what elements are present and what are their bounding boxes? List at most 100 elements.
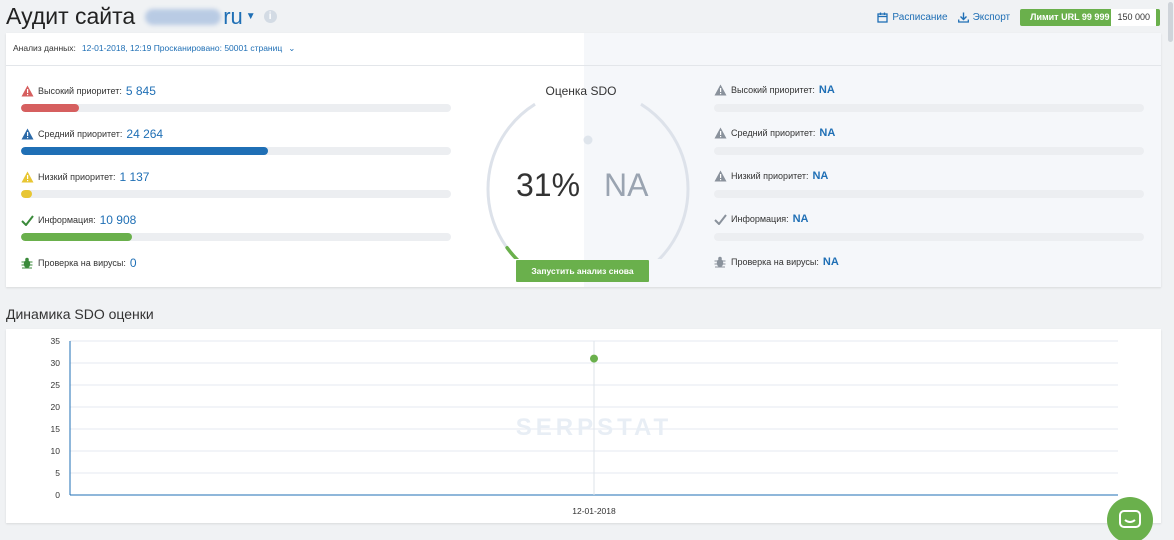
y-tick-label: 30 — [51, 358, 61, 368]
metric-bar-fill — [21, 147, 269, 155]
url-limit-badge[interactable]: Лимит URL 99 999 150 000 — [1020, 9, 1160, 26]
metric-bar-fill — [21, 233, 132, 241]
export-link[interactable]: Экспорт — [957, 12, 1011, 23]
header-actions: Расписание Экспорт Лимит URL 99 999 150 … — [867, 9, 1160, 26]
metric-row: Проверка на вирусы: 0 — [20, 256, 137, 270]
metric-value[interactable]: 24 264 — [126, 127, 163, 141]
metric-label: Проверка на вирусы: — [731, 257, 819, 267]
metric-bar — [21, 104, 451, 112]
metric-label: Средний приоритет: — [38, 129, 123, 139]
schedule-link[interactable]: Расписание — [877, 12, 948, 23]
sdo-compare-score: NA — [604, 167, 649, 203]
export-label: Экспорт — [972, 12, 1011, 23]
page: Аудит сайта ru ▼ i Расписание Экспорт Ли… — [0, 0, 1174, 540]
metric-label: Средний приоритет: — [731, 128, 816, 138]
audit-summary-card: Анализ данных: 12-01-2018, 12:19 Проскан… — [6, 33, 1161, 287]
metric-row: Высокий приоритет: NA — [713, 84, 835, 96]
metric-label: Высокий приоритет: — [38, 86, 122, 96]
y-tick-label: 25 — [51, 380, 61, 390]
x-tick-label: 12-01-2018 — [572, 506, 616, 516]
blurred-domain — [145, 8, 222, 25]
calendar-icon — [877, 12, 889, 23]
chart-section-title: Динамика SDO оценки — [6, 306, 154, 322]
metric-bar — [714, 147, 1144, 155]
divider — [6, 65, 1161, 66]
bug-icon — [20, 257, 34, 269]
metric-label: Высокий приоритет: — [731, 85, 815, 95]
chevron-down-icon: ▼ — [245, 11, 256, 22]
y-tick-label: 0 — [55, 490, 60, 500]
y-tick-label: 15 — [51, 424, 61, 434]
check-icon — [20, 214, 34, 226]
warning-gray-icon — [713, 84, 727, 96]
metric-row: Низкий приоритет: 1 137 — [20, 170, 149, 184]
bug-gray-icon — [713, 256, 727, 268]
metric-value[interactable]: 1 137 — [119, 170, 149, 184]
page-title: Аудит сайта ru ▼ i — [6, 3, 277, 30]
metric-label: Низкий приоритет: — [38, 172, 116, 182]
y-tick-label: 10 — [51, 446, 61, 456]
serpstat-watermark: SERPSTAT — [516, 414, 672, 441]
data-point — [590, 354, 598, 363]
analysis-date-selector[interactable]: Анализ данных: 12-01-2018, 12:19 Проскан… — [13, 43, 295, 54]
info-icon[interactable]: i — [263, 10, 277, 23]
metric-bar — [714, 190, 1144, 198]
warning-yellow-icon — [20, 171, 34, 183]
analysis-value: 12-01-2018, 12:19 Просканировано: 50001 … — [81, 43, 283, 53]
y-tick-label: 5 — [55, 468, 60, 478]
sdo-line-chart: 0 5 10 15 20 25 30 35 SERPSTAT 12-01-2018 — [51, 336, 1118, 516]
metric-value[interactable]: NA — [819, 127, 835, 139]
metric-row: Высокий приоритет: 5 845 — [20, 84, 156, 98]
scrollbar[interactable] — [1166, 0, 1174, 540]
metric-bar-fill — [21, 190, 32, 198]
metric-row: Информация: 10 908 — [20, 213, 136, 227]
metric-label: Проверка на вирусы: — [38, 258, 126, 268]
metric-value[interactable]: NA — [819, 84, 835, 96]
metric-label: Информация: — [38, 215, 96, 225]
metric-value[interactable]: 10 908 — [100, 213, 137, 227]
analysis-label: Анализ данных: — [13, 43, 76, 53]
warning-gray-icon — [713, 127, 727, 139]
metric-row: Средний приоритет: 24 264 — [20, 127, 163, 141]
rerun-analysis-button[interactable]: Запустить анализ снова — [516, 260, 649, 282]
warning-red-icon — [20, 85, 34, 97]
metric-row: Проверка на вирусы: NA — [713, 256, 839, 268]
limit-label: Лимит URL 99 999 — [1030, 12, 1110, 22]
metric-row: Информация: NA — [713, 213, 809, 225]
metric-row: Низкий приоритет: NA — [713, 170, 828, 182]
limit-total: 150 000 — [1111, 9, 1156, 26]
download-icon — [957, 12, 969, 23]
metric-value[interactable]: NA — [793, 213, 809, 225]
metric-value[interactable]: NA — [812, 170, 828, 182]
sdo-gauge — [486, 102, 690, 259]
schedule-label: Расписание — [892, 12, 948, 23]
y-tick-label: 35 — [51, 336, 61, 346]
metric-value[interactable]: NA — [823, 256, 839, 268]
metric-bar — [714, 104, 1144, 112]
metric-value[interactable]: 5 845 — [126, 84, 156, 98]
metric-value[interactable]: 0 — [130, 256, 137, 270]
metric-bar — [21, 190, 451, 198]
gauge-fill — [505, 246, 520, 259]
warning-gray-icon — [713, 170, 727, 182]
domain-tld: ru — [223, 3, 243, 29]
chevron-down-icon: ⌄ — [288, 43, 296, 53]
chart-card: 0 5 10 15 20 25 30 35 SERPSTAT 12-01-2018 — [6, 329, 1161, 523]
metric-bar — [21, 233, 451, 241]
metric-row: Средний приоритет: NA — [713, 127, 835, 139]
info-icon[interactable] — [583, 135, 593, 145]
sdo-score: 31% — [516, 167, 581, 203]
metric-bar-fill — [21, 104, 80, 112]
metric-bar — [714, 233, 1144, 241]
scrollbar-thumb[interactable] — [1168, 2, 1173, 42]
metric-bar — [21, 147, 451, 155]
domain-selector[interactable]: ru ▼ — [145, 3, 256, 30]
chat-button[interactable] — [1107, 497, 1153, 540]
metric-label: Информация: — [731, 214, 789, 224]
page-title-text: Аудит сайта — [6, 3, 136, 29]
chat-icon — [1119, 510, 1141, 528]
warning-blue-icon — [20, 128, 34, 140]
y-tick-label: 20 — [51, 402, 61, 412]
check-gray-icon — [713, 213, 727, 225]
metric-label: Низкий приоритет: — [731, 171, 809, 181]
